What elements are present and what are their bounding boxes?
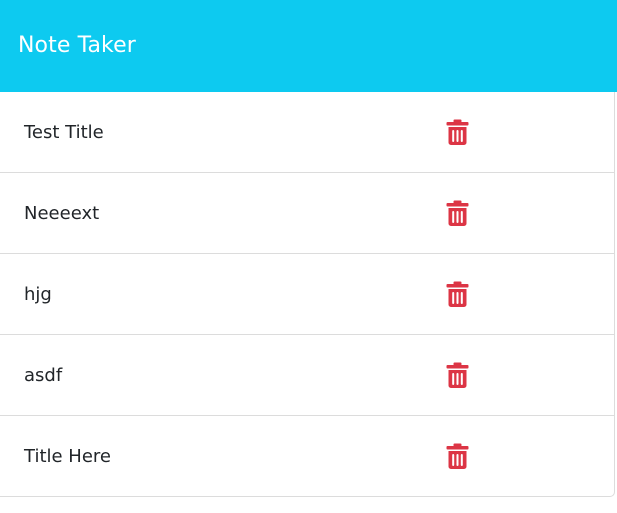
trash-icon (446, 119, 469, 145)
delete-note-button[interactable] (446, 443, 469, 469)
note-list-item[interactable]: hjg (0, 254, 614, 335)
note-list-item[interactable]: asdf (0, 335, 614, 416)
note-title[interactable]: Neeeext (24, 203, 99, 224)
trash-icon (446, 281, 469, 307)
trash-icon (446, 443, 469, 469)
note-list-item[interactable]: Title Here (0, 416, 614, 496)
trash-icon (446, 200, 469, 226)
note-title[interactable]: Test Title (24, 122, 104, 143)
app-title[interactable]: Note Taker (18, 35, 136, 57)
note-list: Test Title Neeeext hjg asdf Title Here (0, 92, 615, 497)
note-list-item[interactable]: Neeeext (0, 173, 614, 254)
note-title[interactable]: asdf (24, 365, 62, 386)
navbar: Note Taker (0, 0, 617, 92)
delete-note-button[interactable] (446, 200, 469, 226)
delete-note-button[interactable] (446, 281, 469, 307)
trash-icon (446, 362, 469, 388)
note-title[interactable]: Title Here (24, 446, 111, 467)
note-list-item[interactable]: Test Title (0, 92, 614, 173)
delete-note-button[interactable] (446, 119, 469, 145)
note-title[interactable]: hjg (24, 284, 52, 305)
delete-note-button[interactable] (446, 362, 469, 388)
